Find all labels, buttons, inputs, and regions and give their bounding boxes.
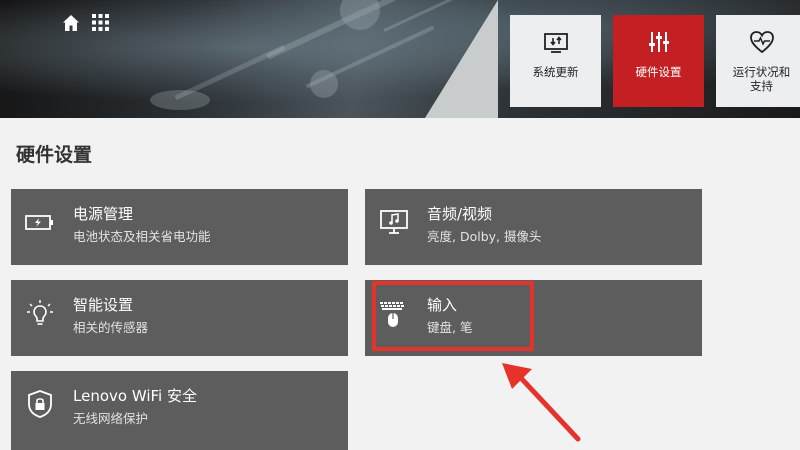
shield-lock-icon <box>28 390 52 418</box>
card-power-management[interactable]: 电源管理 电池状态及相关省电功能 <box>11 189 348 265</box>
tile-hardware-settings[interactable]: 硬件设置 <box>613 15 704 107</box>
battery-icon <box>25 215 53 230</box>
card-subtitle: 相关的传感器 <box>73 320 149 335</box>
card-title: Lenovo WiFi 安全 <box>73 387 197 405</box>
card-title: 智能设置 <box>73 296 134 314</box>
banner-decoration <box>150 90 210 110</box>
header-banner: 系统更新 硬件设置 运行状况和 支持 <box>0 0 800 118</box>
card-smart-settings[interactable]: 智能设置 相关的传感器 <box>11 280 348 356</box>
hardware-settings-icon <box>648 32 669 52</box>
page-title: 硬件设置 <box>16 144 93 166</box>
tile-label: 运行状况和 支持 <box>732 65 791 93</box>
card-subtitle: 亮度, Dolby, 摄像头 <box>427 229 542 244</box>
highlight-box <box>372 281 534 351</box>
card-subtitle: 电池状态及相关省电功能 <box>73 229 211 244</box>
apps-grid-icon[interactable] <box>92 14 109 31</box>
tile-label: 硬件设置 <box>635 65 682 79</box>
banner-decoration <box>340 0 380 30</box>
system-update-icon <box>543 33 568 53</box>
card-subtitle: 无线网络保护 <box>73 411 149 426</box>
card-title: 电源管理 <box>73 205 134 223</box>
tile-system-update[interactable]: 系统更新 <box>510 15 601 107</box>
tile-health-support[interactable]: 运行状况和 支持 <box>716 15 800 107</box>
health-heart-icon <box>749 31 774 54</box>
banner-decoration <box>310 70 338 98</box>
card-title: 音频/视频 <box>427 205 493 223</box>
tile-label: 系统更新 <box>532 65 579 79</box>
monitor-music-icon <box>380 210 408 234</box>
lightbulb-icon <box>27 300 53 325</box>
card-lenovo-wifi-security[interactable]: Lenovo WiFi 安全 无线网络保护 <box>11 371 348 450</box>
home-icon[interactable] <box>62 14 80 32</box>
pointer-arrow-icon <box>502 363 581 442</box>
card-audio-video[interactable]: 音频/视频 亮度, Dolby, 摄像头 <box>365 189 702 265</box>
banner-decoration <box>425 0 498 118</box>
